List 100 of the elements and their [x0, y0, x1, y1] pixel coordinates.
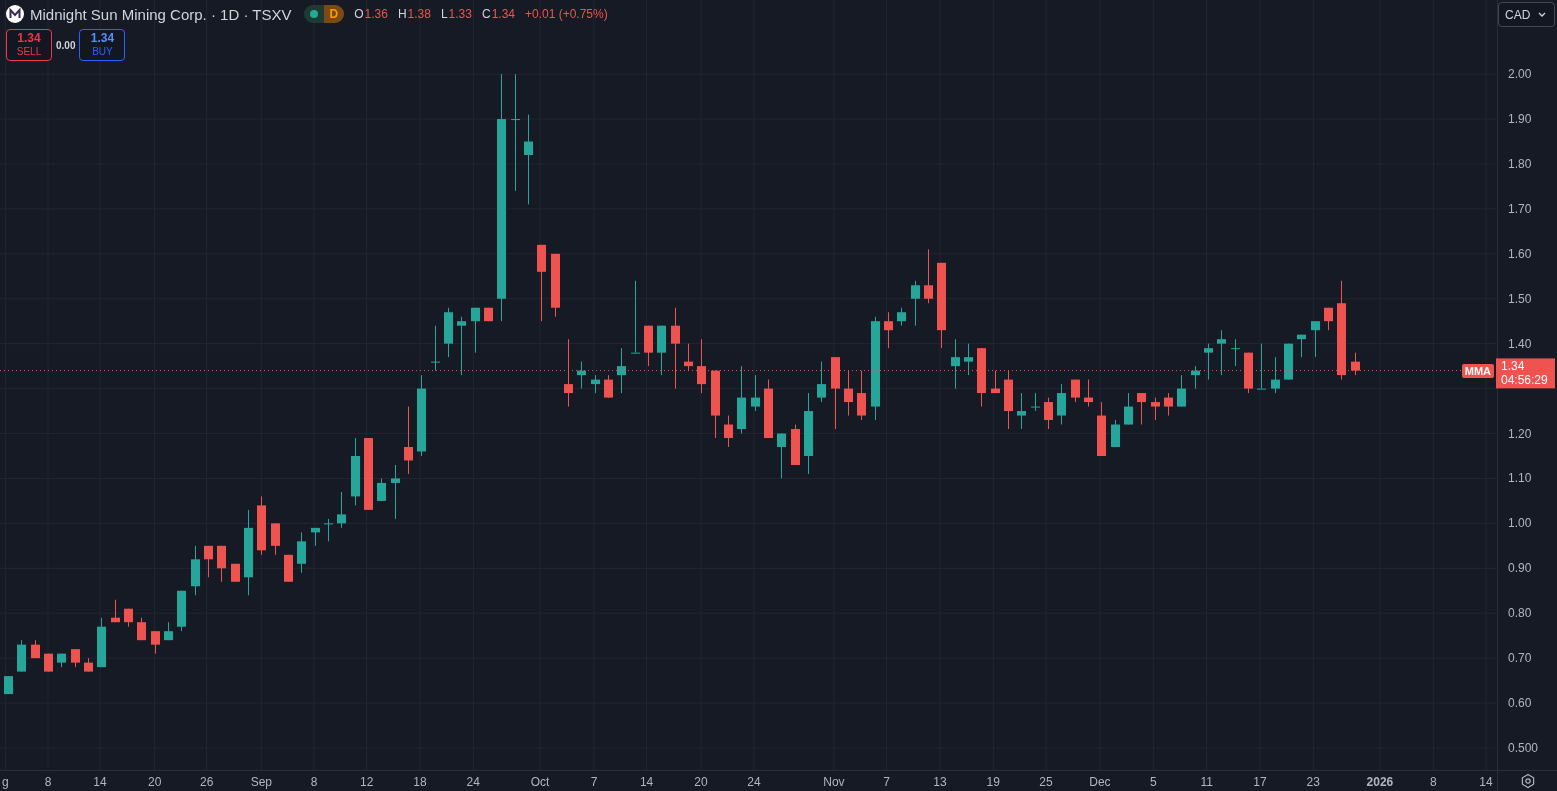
candlestick	[657, 325, 666, 376]
candlestick	[177, 590, 186, 632]
time-axis-label: 20	[148, 775, 162, 789]
candlestick	[977, 347, 986, 408]
time-axis-label: 17	[1253, 775, 1267, 789]
candlestick	[604, 374, 613, 399]
candlestick	[1137, 392, 1146, 426]
candlestick	[1191, 365, 1200, 390]
price-axis-label: 0.60	[1508, 696, 1532, 711]
candlestick	[951, 338, 960, 390]
time-axis-label: 18	[413, 775, 427, 789]
time-axis-label: 23	[1306, 775, 1320, 789]
candlestick	[751, 374, 760, 412]
chevron-icon	[1538, 12, 1547, 17]
time-axis-label: 14	[1479, 775, 1493, 789]
candlestick	[1297, 334, 1306, 358]
price-axis-label: 1.50	[1508, 291, 1532, 306]
candlestick	[577, 361, 586, 390]
price-axis-label: 0.90	[1508, 561, 1532, 576]
candlestick	[924, 248, 933, 304]
ohlc-label: L	[440, 7, 448, 21]
candlestick	[1284, 343, 1293, 381]
candlestick	[1351, 352, 1360, 376]
candlestick	[1324, 307, 1333, 331]
currency-dropdown[interactable]: CAD	[1498, 2, 1555, 27]
time-axis-label: g	[2, 775, 9, 789]
candlestick	[764, 379, 773, 439]
bar-countdown: 04:56:29	[1501, 373, 1549, 387]
candlestick	[1231, 338, 1240, 367]
candlestick	[817, 361, 826, 403]
interval-badge: D	[323, 5, 345, 23]
candlestick	[457, 316, 466, 376]
ohlc-value: 1.38	[407, 7, 431, 21]
time-axis-label: 12	[359, 775, 374, 789]
candlestick	[1204, 343, 1213, 381]
candlestick	[231, 563, 240, 583]
time-axis-label: 20	[694, 775, 708, 789]
candlestick	[684, 343, 693, 372]
candlestick	[1071, 379, 1080, 403]
candlestick	[164, 621, 173, 641]
candlestick	[337, 491, 346, 529]
ohlc-value: 1.33	[448, 7, 472, 21]
time-axis-label: 7	[883, 775, 890, 789]
candlestick	[1031, 392, 1040, 412]
price-axis-label: 1.20	[1508, 426, 1532, 441]
candlestick	[204, 545, 213, 578]
spread-value: 0.00	[56, 39, 76, 51]
time-axis-label: Nov	[823, 775, 845, 789]
price-axis-label: 1.80	[1508, 156, 1532, 171]
ohlc-label: C	[481, 7, 491, 21]
ohlc-value: 1.34	[491, 7, 515, 21]
time-axis-label: 26	[200, 775, 214, 789]
candlestick	[311, 527, 320, 547]
candlestick	[431, 325, 440, 372]
time-axis-label: Sep	[250, 775, 272, 789]
candlestick	[897, 307, 906, 327]
candlestick	[964, 343, 973, 376]
candlestick	[1257, 343, 1266, 390]
candlestick	[17, 639, 26, 673]
time-axis-label: 11	[1200, 775, 1213, 789]
ohlc-label: O	[354, 7, 364, 21]
ohlc-value: 1.36	[364, 7, 388, 21]
candlestick	[1244, 352, 1253, 394]
candlestick	[44, 653, 53, 673]
time-axis-label: 8	[44, 775, 52, 789]
candlestick	[591, 374, 600, 394]
time-axis-label: 7	[590, 775, 598, 789]
price-axis-label: 2.00	[1508, 67, 1532, 82]
candlestick	[1164, 392, 1173, 417]
candlestick	[257, 495, 266, 556]
candlestick	[71, 648, 80, 668]
candlestick	[4, 675, 13, 695]
candlestick	[137, 617, 146, 641]
time-axis-label: 14	[639, 775, 654, 789]
candlestick	[1111, 419, 1120, 448]
candlestick	[404, 406, 413, 475]
candlestick	[1217, 329, 1226, 376]
buy-button[interactable]: 1.34 BUY	[79, 29, 126, 61]
symbol-title: Midnight Sun Mining Corp. · 1D · TSXV	[30, 5, 292, 23]
price-axis-label: 1.70	[1508, 201, 1532, 216]
ohlc-label: H	[397, 7, 407, 21]
price-axis-label: 0.80	[1508, 606, 1532, 621]
price-axis-label: 1.60	[1508, 246, 1532, 261]
time-axis-label: 8	[1429, 775, 1437, 789]
candlestick	[564, 338, 573, 408]
price-axis-label: 0.500	[1508, 741, 1539, 755]
time-axis-label: 25	[1039, 775, 1053, 789]
change-value: +0.01 (+0.75%)	[525, 7, 608, 21]
sell-button[interactable]: 1.34 SELL	[6, 29, 52, 61]
time-axis-label: 24	[747, 775, 761, 789]
time-axis-label: Oct	[530, 775, 550, 789]
candlestick	[791, 424, 800, 466]
settings-icon[interactable]	[1519, 773, 1536, 789]
candlestick	[484, 307, 493, 322]
candlestick	[644, 325, 653, 367]
candlestick	[1057, 383, 1066, 426]
candlestick	[1044, 397, 1053, 430]
time-axis-label: 8	[310, 775, 318, 789]
candlestick	[711, 370, 720, 439]
time-axis-label: 13	[933, 775, 947, 789]
